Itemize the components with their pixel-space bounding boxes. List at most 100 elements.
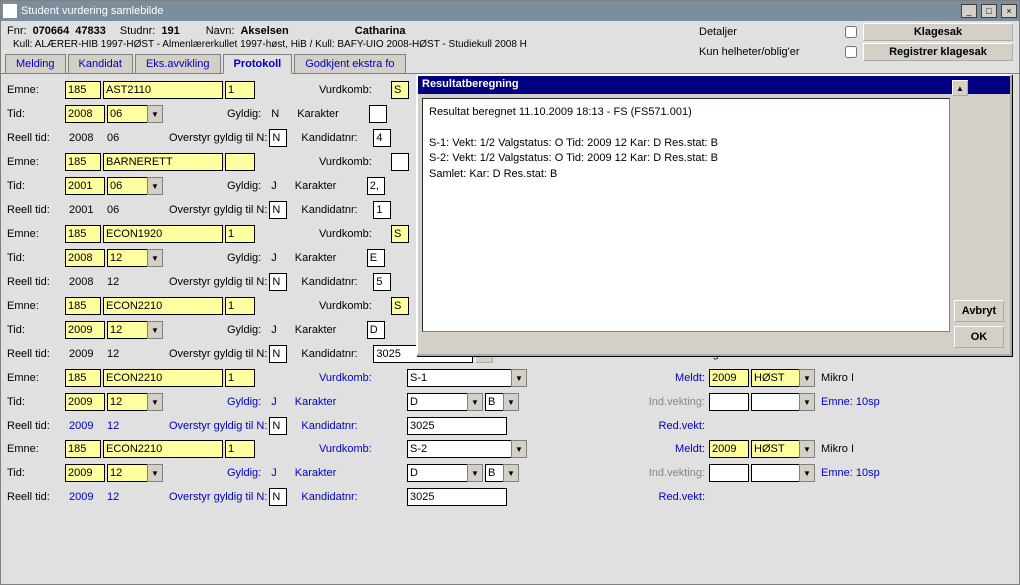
kandidatnr-input[interactable] bbox=[373, 273, 391, 291]
chevron-down-icon[interactable]: ▼ bbox=[503, 464, 519, 482]
emne-code-input[interactable] bbox=[103, 225, 223, 243]
tid-year-input[interactable] bbox=[65, 249, 105, 267]
tid-term-input[interactable] bbox=[107, 464, 147, 482]
kandidatnr-input[interactable] bbox=[407, 417, 507, 435]
overstyr-input[interactable] bbox=[269, 273, 287, 291]
karakter-label: Karakter bbox=[295, 396, 365, 408]
vurdkomb-label: Vurdkomb: bbox=[319, 300, 389, 312]
emne-ver-input[interactable] bbox=[225, 369, 255, 387]
gyldig-value: J bbox=[267, 180, 281, 192]
emne-ver-input[interactable] bbox=[225, 81, 255, 99]
meldt-term-input[interactable] bbox=[751, 440, 799, 458]
karakter-input[interactable] bbox=[367, 321, 385, 339]
indvekting-input[interactable] bbox=[709, 464, 749, 482]
emne-inst-input[interactable] bbox=[65, 153, 101, 171]
karakter-select[interactable] bbox=[407, 464, 467, 482]
meldt-year-input[interactable] bbox=[709, 369, 749, 387]
chevron-down-icon[interactable]: ▼ bbox=[147, 177, 163, 195]
tid-term-input[interactable] bbox=[107, 393, 147, 411]
chevron-down-icon[interactable]: ▼ bbox=[503, 393, 519, 411]
karakter-input[interactable] bbox=[367, 177, 385, 195]
vurdkomb-select[interactable] bbox=[407, 369, 511, 387]
emne-code-input[interactable] bbox=[103, 153, 223, 171]
emne-inst-input[interactable] bbox=[65, 369, 101, 387]
tid-year-input[interactable] bbox=[65, 105, 105, 123]
chevron-down-icon[interactable]: ▼ bbox=[467, 393, 483, 411]
karakter2-select[interactable] bbox=[485, 393, 503, 411]
meldt-year-input[interactable] bbox=[709, 440, 749, 458]
chevron-down-icon[interactable]: ▼ bbox=[799, 440, 815, 458]
chevron-down-icon[interactable]: ▼ bbox=[147, 321, 163, 339]
karakter-input[interactable] bbox=[367, 249, 385, 267]
tid-term-input[interactable] bbox=[107, 177, 147, 195]
karakter-select[interactable] bbox=[407, 393, 467, 411]
chevron-down-icon[interactable]: ▼ bbox=[147, 464, 163, 482]
overstyr-input[interactable] bbox=[269, 417, 287, 435]
kandidatnr-input[interactable] bbox=[373, 201, 391, 219]
vurdkomb-input[interactable] bbox=[391, 297, 409, 315]
registrer-klagesak-button[interactable]: Registrer klagesak bbox=[863, 43, 1013, 61]
overstyr-input[interactable] bbox=[269, 488, 287, 506]
emne-inst-input[interactable] bbox=[65, 225, 101, 243]
tab-melding[interactable]: Melding bbox=[5, 54, 66, 73]
emne-code-input[interactable] bbox=[103, 81, 223, 99]
avbryt-button[interactable]: Avbryt bbox=[954, 300, 1004, 322]
emne-ver-input[interactable] bbox=[225, 153, 255, 171]
maximize-button[interactable]: □ bbox=[981, 4, 997, 18]
detaljer-checkbox[interactable] bbox=[845, 26, 857, 38]
indvekting-label: Ind.vekting: bbox=[647, 467, 707, 479]
vurdkomb-input[interactable] bbox=[391, 81, 409, 99]
klagesak-button[interactable]: Klagesak bbox=[863, 23, 1013, 41]
vurdkomb-input[interactable] bbox=[391, 153, 409, 171]
chevron-down-icon[interactable]: ▼ bbox=[799, 369, 815, 387]
minimize-button[interactable]: _ bbox=[961, 4, 977, 18]
meldt-term-input[interactable] bbox=[751, 369, 799, 387]
tab-eks-avvikling[interactable]: Eks.avvikling bbox=[135, 54, 221, 73]
overstyr-input[interactable] bbox=[269, 345, 287, 363]
ok-button[interactable]: OK bbox=[954, 326, 1004, 348]
emne-inst-input[interactable] bbox=[65, 297, 101, 315]
close-button[interactable]: × bbox=[1001, 4, 1017, 18]
chevron-down-icon[interactable]: ▼ bbox=[147, 393, 163, 411]
indvekting-select[interactable] bbox=[751, 464, 799, 482]
chevron-down-icon[interactable]: ▼ bbox=[467, 464, 483, 482]
chevron-down-icon[interactable]: ▼ bbox=[799, 393, 815, 411]
chevron-down-icon[interactable]: ▼ bbox=[511, 440, 527, 458]
emne-inst-input[interactable] bbox=[65, 440, 101, 458]
emne-code-input[interactable] bbox=[103, 297, 223, 315]
overstyr-input[interactable] bbox=[269, 129, 287, 147]
karakter2-select[interactable] bbox=[485, 464, 503, 482]
reell-year: 2009 bbox=[65, 348, 101, 360]
chevron-down-icon[interactable]: ▼ bbox=[147, 105, 163, 123]
window-title: Student vurdering samlebilde bbox=[21, 5, 163, 17]
karakter-input[interactable] bbox=[369, 105, 387, 123]
emne-code-input[interactable] bbox=[103, 440, 223, 458]
kandidatnr-input[interactable] bbox=[407, 488, 507, 506]
tab-protokoll[interactable]: Protokoll bbox=[223, 54, 293, 74]
chevron-down-icon[interactable]: ▼ bbox=[511, 369, 527, 387]
emne-ver-input[interactable] bbox=[225, 297, 255, 315]
overstyr-input[interactable] bbox=[269, 201, 287, 219]
vurdkomb-input[interactable] bbox=[391, 225, 409, 243]
emne-code-input[interactable] bbox=[103, 369, 223, 387]
emne-inst-input[interactable] bbox=[65, 81, 101, 99]
tid-year-input[interactable] bbox=[65, 393, 105, 411]
tab-godkjent-ekstra[interactable]: Godkjent ekstra fo bbox=[294, 54, 405, 73]
vurdkomb-select[interactable] bbox=[407, 440, 511, 458]
tid-term-input[interactable] bbox=[107, 321, 147, 339]
emne-ver-input[interactable] bbox=[225, 440, 255, 458]
indvekting-select[interactable] bbox=[751, 393, 799, 411]
scroll-up-button[interactable]: ▲ bbox=[952, 80, 968, 96]
tab-kandidat[interactable]: Kandidat bbox=[68, 54, 133, 73]
chevron-down-icon[interactable]: ▼ bbox=[147, 249, 163, 267]
kandidatnr-input[interactable] bbox=[373, 129, 391, 147]
tid-term-input[interactable] bbox=[107, 249, 147, 267]
tid-term-input[interactable] bbox=[107, 105, 147, 123]
tid-year-input[interactable] bbox=[65, 464, 105, 482]
tid-year-input[interactable] bbox=[65, 177, 105, 195]
indvekting-input[interactable] bbox=[709, 393, 749, 411]
tid-year-input[interactable] bbox=[65, 321, 105, 339]
chevron-down-icon[interactable]: ▼ bbox=[799, 464, 815, 482]
kun-helheter-checkbox[interactable] bbox=[845, 46, 857, 58]
emne-ver-input[interactable] bbox=[225, 225, 255, 243]
